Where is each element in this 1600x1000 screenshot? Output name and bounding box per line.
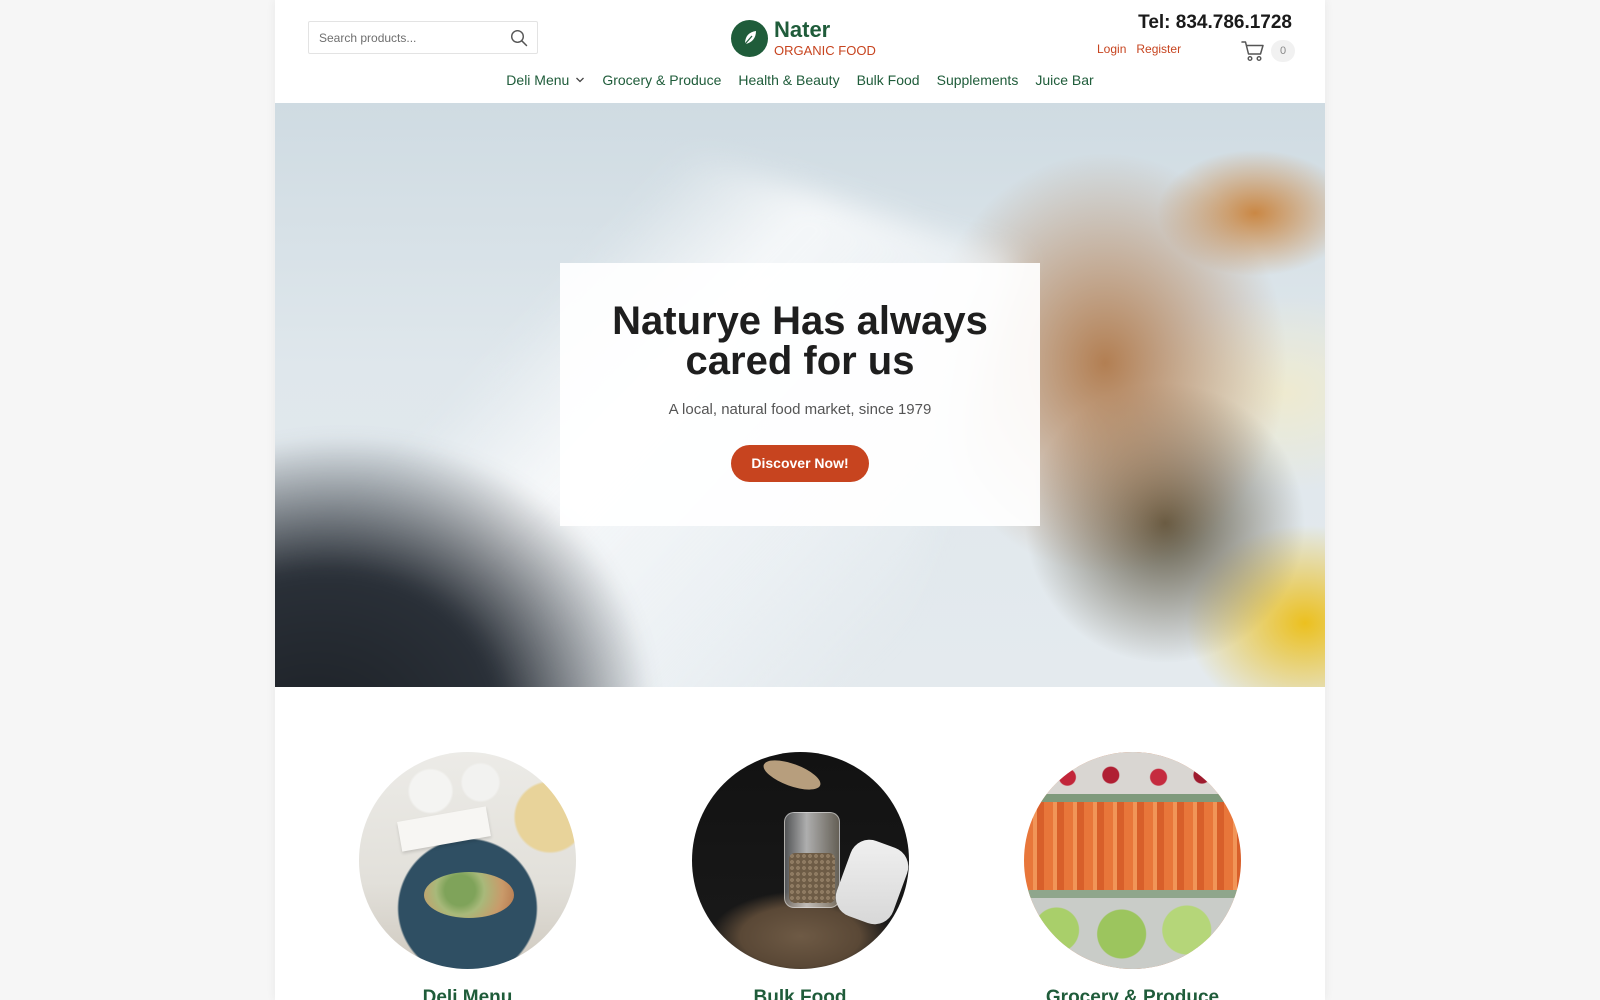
category-title[interactable]: Grocery & Produce: [1024, 987, 1241, 1000]
nav-item-supplements[interactable]: Supplements: [937, 72, 1019, 88]
search-button[interactable]: [501, 22, 537, 53]
main-nav: Deli Menu Grocery & Produce Health & Bea…: [275, 72, 1325, 88]
leaf-icon: [731, 19, 768, 57]
logo-tagline: ORGANIC FOOD: [774, 43, 876, 58]
site-logo[interactable]: Nater ORGANIC FOOD: [731, 19, 876, 57]
account-links: Login Register: [1097, 42, 1181, 56]
bulk-jar-shape: [783, 812, 840, 908]
deli-board-shape: [397, 806, 491, 852]
login-link[interactable]: Login: [1097, 42, 1126, 56]
hero-subtitle: A local, natural food market, since 1979: [668, 401, 932, 418]
grocery-shelf-edge: [1024, 794, 1241, 802]
bulk-spoon-shape: [759, 754, 824, 796]
grocery-top-shelf: [1024, 752, 1241, 794]
nav-item-deli-menu[interactable]: Deli Menu: [506, 72, 585, 88]
grocery-shelf-edge: [1024, 890, 1241, 898]
site-header: Nater ORGANIC FOOD Tel: 834.786.1728 Log…: [275, 0, 1325, 103]
cart-count-badge: 0: [1271, 40, 1295, 62]
category-title[interactable]: Deli Menu: [359, 987, 576, 1000]
cart-button[interactable]: 0: [1241, 40, 1295, 62]
nav-item-grocery-produce[interactable]: Grocery & Produce: [602, 72, 721, 88]
search-box: [308, 21, 538, 54]
logo-text: Nater ORGANIC FOOD: [774, 17, 876, 58]
category-image-deli[interactable]: [359, 752, 576, 969]
nav-item-juice-bar[interactable]: Juice Bar: [1035, 72, 1093, 88]
category-bulk-food[interactable]: Bulk Food: [691, 752, 909, 1000]
grocery-bottom-shelf: [1024, 898, 1241, 969]
nav-item-label: Deli Menu: [506, 72, 570, 88]
hero-banner: Naturye Has always cared for us A local,…: [275, 103, 1325, 687]
nav-item-health-beauty[interactable]: Health & Beauty: [738, 72, 839, 88]
page: Nater ORGANIC FOOD Tel: 834.786.1728 Log…: [275, 0, 1325, 1000]
category-deli-menu[interactable]: Deli Menu: [359, 752, 576, 1000]
search-input[interactable]: [309, 22, 501, 53]
category-title[interactable]: Bulk Food: [692, 987, 909, 1000]
chevron-down-icon: [576, 77, 585, 83]
search-icon: [510, 29, 528, 46]
register-link[interactable]: Register: [1136, 42, 1181, 56]
category-grocery-produce[interactable]: Grocery & Produce: [1024, 752, 1241, 1000]
hero-title: Naturye Has always cared for us: [612, 299, 988, 383]
hero-card: Naturye Has always cared for us A local,…: [560, 263, 1040, 526]
logo-name: Nater: [774, 17, 831, 42]
category-image-grocery[interactable]: [1024, 752, 1241, 969]
deli-food-shape: [424, 872, 514, 918]
discover-now-button[interactable]: Discover Now!: [731, 445, 869, 482]
phone-number: Tel: 834.786.1728: [1138, 12, 1292, 33]
nav-item-bulk-food[interactable]: Bulk Food: [857, 72, 920, 88]
category-image-bulk[interactable]: [691, 752, 909, 969]
category-list: Deli Menu Bulk Food Grocery & Produce: [275, 752, 1325, 1000]
bulk-hand-shape: [829, 834, 909, 930]
cart-icon: [1241, 41, 1264, 62]
